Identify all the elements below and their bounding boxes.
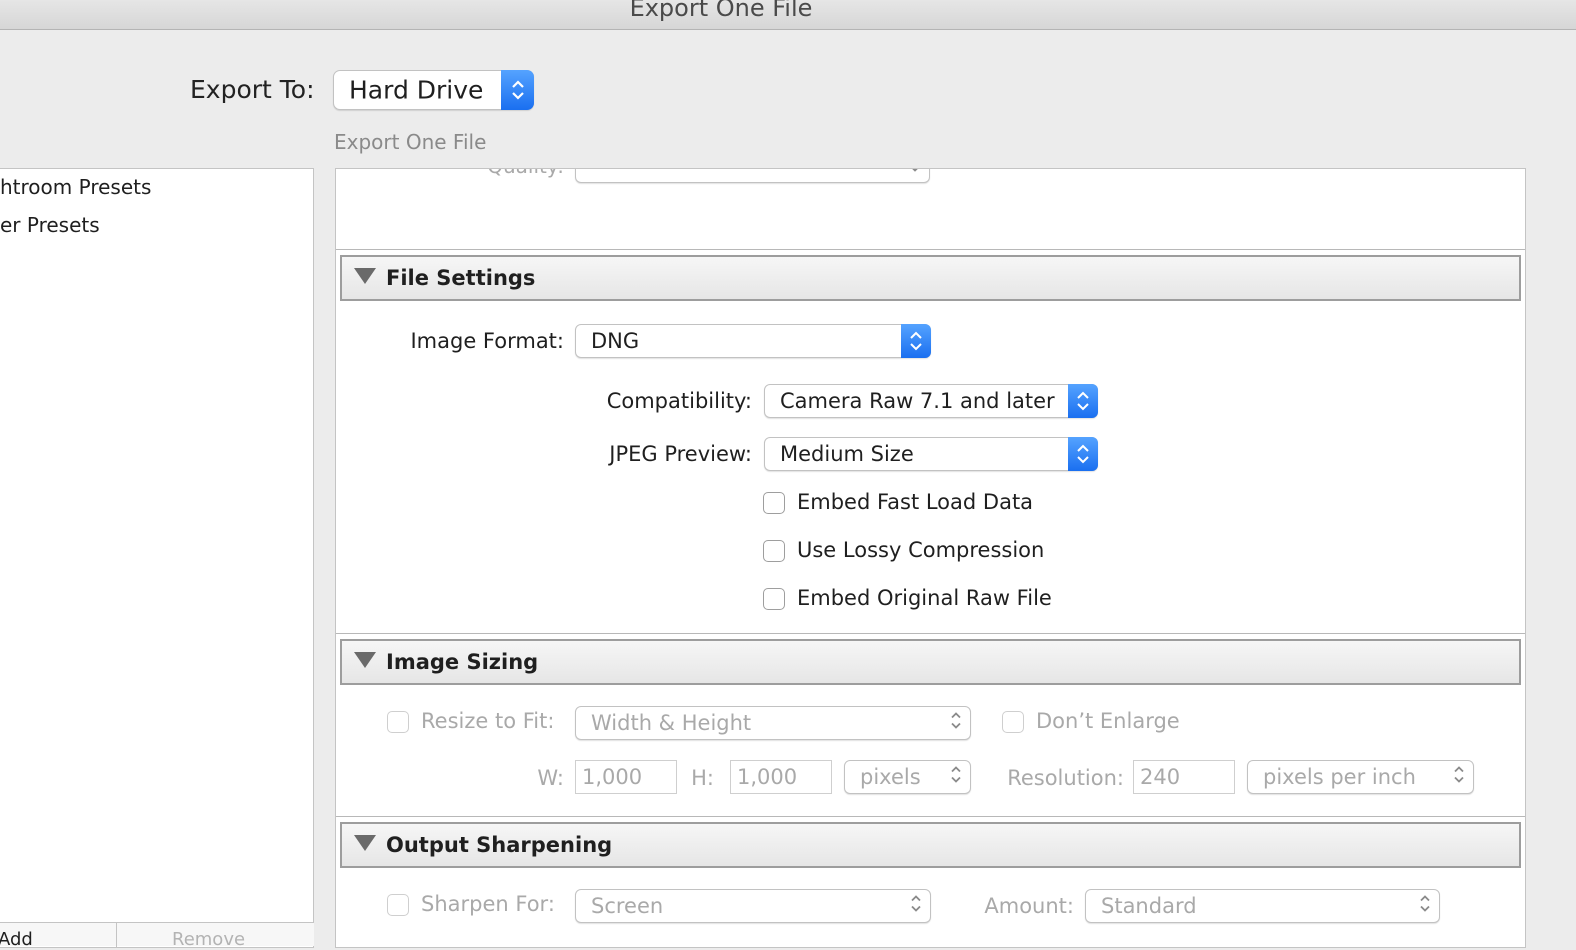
embed-original-raw-checkbox[interactable]	[763, 588, 785, 610]
embed-fast-load-checkbox[interactable]	[763, 492, 785, 514]
resize-to-fit-checkbox[interactable]	[387, 711, 409, 733]
width-label: W:	[537, 766, 564, 790]
image-format-select[interactable]: DNG	[575, 324, 931, 358]
select-stepper-icon	[950, 765, 962, 790]
select-stepper-icon	[910, 894, 922, 919]
image-sizing-header[interactable]: Image Sizing	[340, 639, 1521, 685]
output-sharpening-header[interactable]: Output Sharpening	[340, 822, 1521, 868]
amount-label: Amount:	[984, 894, 1074, 918]
embed-fast-load-label[interactable]: Embed Fast Load Data	[797, 490, 1033, 514]
units-select[interactable]: pixels	[844, 760, 971, 794]
preset-section-label: Export One File	[334, 130, 487, 154]
select-stepper-icon	[909, 169, 921, 179]
resize-mode-value: Width & Height	[591, 711, 752, 735]
image-format-value: DNG	[591, 329, 640, 353]
resolution-units-value: pixels per inch	[1263, 765, 1416, 789]
preset-item-lightroom[interactable]: htroom Presets	[0, 175, 151, 199]
compatibility-label: Compatibility:	[606, 389, 752, 413]
sharpen-for-checkbox[interactable]	[387, 894, 409, 916]
select-stepper-icon	[1453, 765, 1465, 790]
sharpen-for-select[interactable]: Screen	[575, 889, 931, 923]
quality-select[interactable]	[575, 169, 930, 183]
export-to-select[interactable]: Hard Drive	[333, 70, 534, 110]
output-sharpening-title: Output Sharpening	[386, 833, 613, 857]
compatibility-value: Camera Raw 7.1 and later	[780, 389, 1055, 413]
jpeg-preview-value: Medium Size	[780, 442, 914, 466]
quality-label: Quality:	[456, 169, 564, 178]
select-stepper-icon	[901, 324, 931, 358]
select-stepper-icon	[501, 70, 534, 110]
embed-original-raw-label[interactable]: Embed Original Raw File	[797, 586, 1052, 610]
window-title: Export One File	[629, 0, 813, 22]
remove-preset-button[interactable]: Remove	[172, 929, 245, 950]
resize-mode-select[interactable]: Width & Height	[575, 706, 971, 740]
export-to-value: Hard Drive	[349, 75, 484, 105]
divider	[336, 249, 1525, 250]
add-preset-button[interactable]: Add	[0, 929, 33, 950]
jpeg-preview-label: JPEG Preview:	[609, 442, 752, 466]
disclosure-triangle-icon	[353, 651, 377, 673]
image-format-label: Image Format:	[410, 329, 564, 353]
preset-list	[0, 168, 314, 948]
sharpen-for-value: Screen	[591, 894, 664, 918]
file-settings-title: File Settings	[386, 266, 536, 290]
resolution-field[interactable]: 240	[1133, 760, 1235, 794]
dont-enlarge-checkbox[interactable]	[1002, 711, 1024, 733]
lossy-compression-checkbox[interactable]	[763, 540, 785, 562]
dont-enlarge-label: Don’t Enlarge	[1036, 709, 1180, 733]
preset-footer: Add Remove	[0, 922, 314, 950]
disclosure-triangle-icon	[353, 834, 377, 856]
resize-to-fit-label: Resize to Fit:	[421, 709, 555, 733]
jpeg-preview-select[interactable]: Medium Size	[764, 437, 1098, 471]
amount-select[interactable]: Standard	[1085, 889, 1440, 923]
footer-divider	[116, 923, 117, 947]
select-stepper-icon	[950, 711, 962, 736]
select-stepper-icon	[1068, 384, 1098, 418]
disclosure-triangle-icon	[353, 267, 377, 289]
lossy-compression-label[interactable]: Use Lossy Compression	[797, 538, 1044, 562]
preset-item-user[interactable]: er Presets	[0, 213, 100, 237]
image-sizing-title: Image Sizing	[386, 650, 539, 674]
resolution-units-select[interactable]: pixels per inch	[1247, 760, 1474, 794]
divider	[336, 816, 1525, 817]
select-stepper-icon	[1068, 437, 1098, 471]
amount-value: Standard	[1101, 894, 1197, 918]
divider	[336, 633, 1525, 634]
height-field[interactable]: 1,000	[730, 760, 832, 794]
file-settings-header[interactable]: File Settings	[340, 255, 1521, 301]
sharpen-for-label: Sharpen For:	[421, 892, 555, 916]
export-to-label: Export To:	[190, 75, 315, 104]
compatibility-select[interactable]: Camera Raw 7.1 and later	[764, 384, 1098, 418]
width-field[interactable]: 1,000	[575, 760, 677, 794]
resolution-label: Resolution:	[1007, 766, 1124, 790]
settings-panel: Quality: File Settings Image Format: DNG…	[335, 168, 1526, 948]
height-label: H:	[691, 766, 714, 790]
units-value: pixels	[860, 765, 921, 789]
select-stepper-icon	[1419, 894, 1431, 919]
